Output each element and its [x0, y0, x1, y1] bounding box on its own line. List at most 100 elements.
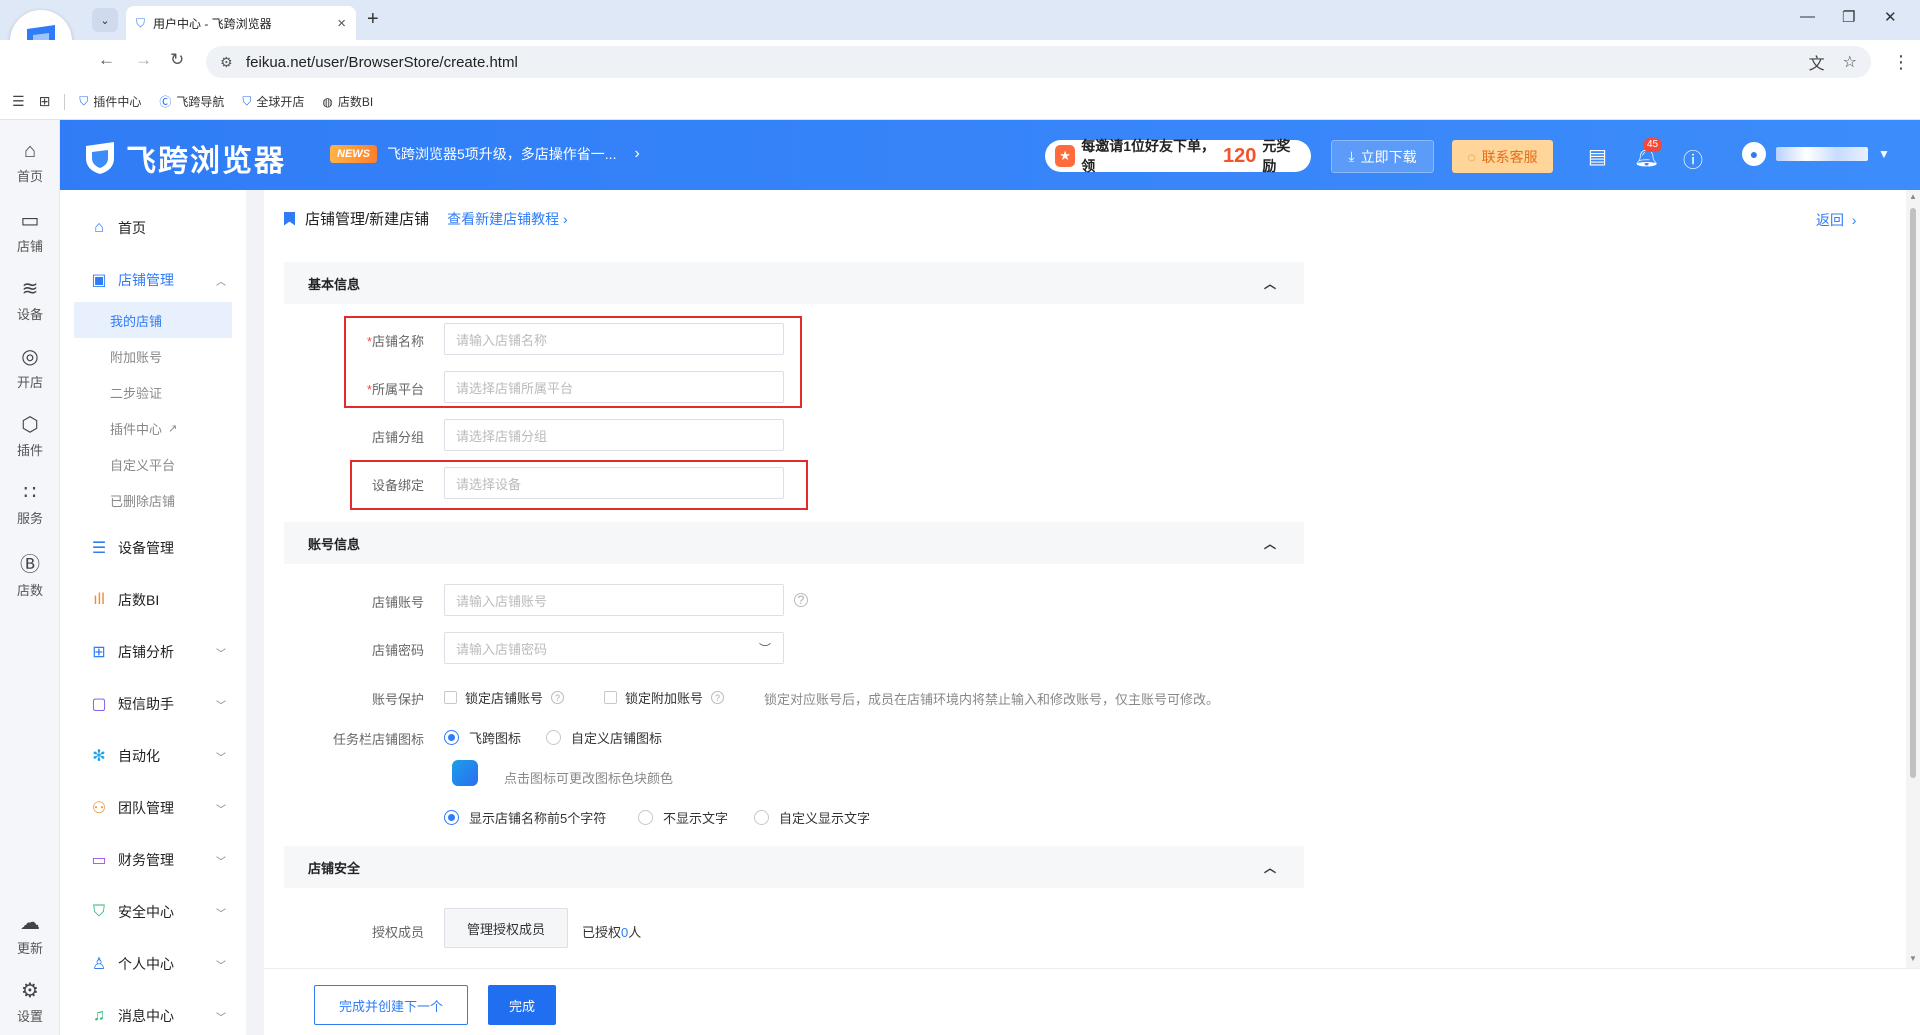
- sidebar-sub-extra-account[interactable]: 附加账号: [74, 338, 232, 374]
- group-select[interactable]: 请选择店铺分组: [444, 419, 784, 451]
- rail-service[interactable]: ∷ 服务: [0, 480, 60, 527]
- sidebar-item-store-analysis[interactable]: ⊞ 店铺分析 ﹀: [74, 634, 236, 670]
- address-bar[interactable]: ⚙ feikua.net/user/BrowserStore/create.ht…: [206, 46, 1871, 78]
- wallet-icon: ▭: [91, 852, 107, 869]
- help-icon[interactable]: ⓘ: [1683, 144, 1703, 173]
- sidebar-item-home[interactable]: ⌂ 首页: [74, 210, 236, 246]
- url-text[interactable]: feikua.net/user/BrowserStore/create.html: [246, 54, 1791, 71]
- done-button[interactable]: 完成: [488, 985, 556, 1025]
- manage-members-button[interactable]: 管理授权成员: [444, 908, 568, 948]
- new-tab-button[interactable]: +: [367, 8, 379, 31]
- radio-dot[interactable]: [754, 810, 769, 825]
- account-input[interactable]: 请输入店铺账号: [444, 584, 784, 616]
- scroll-up-icon[interactable]: ▲: [1909, 192, 1917, 201]
- password-input[interactable]: 请输入店铺密码 ︶: [444, 632, 784, 664]
- sidebar-sub-deleted-stores[interactable]: 已删除店铺: [74, 482, 232, 518]
- radio-feikua-icon[interactable]: 飞跨图标: [444, 728, 521, 747]
- minimize-button[interactable]: —: [1800, 8, 1815, 25]
- rail-settings[interactable]: ⚙ 设置: [0, 978, 60, 1025]
- browser-menu-icon[interactable]: ⋮: [1892, 52, 1910, 73]
- sidebar-item-store-mgmt[interactable]: ▣ 店铺管理 ︿: [74, 262, 236, 298]
- radio-dot[interactable]: [638, 810, 653, 825]
- reload-icon[interactable]: ↻: [170, 50, 184, 70]
- rail-update[interactable]: ☁ 更新: [0, 910, 60, 957]
- rail-home[interactable]: ⌂ 首页: [0, 140, 60, 185]
- section-basic-info[interactable]: 基本信息 ︿: [284, 262, 1304, 304]
- radio-dot[interactable]: [444, 730, 459, 745]
- tab-search-dropdown[interactable]: ⌄: [92, 8, 118, 32]
- section-account-info[interactable]: 账号信息 ︿: [284, 522, 1304, 564]
- back-icon[interactable]: ←: [98, 50, 115, 70]
- sidebar-item-team[interactable]: ⚇ 团队管理 ﹀: [74, 790, 236, 826]
- help-icon[interactable]: ?: [551, 691, 565, 704]
- sidebar-item-automation[interactable]: ✻ 自动化 ﹀: [74, 738, 236, 774]
- browser-tab[interactable]: ⛉ 用户中心 - 飞跨浏览器 ×: [126, 6, 356, 40]
- save-and-next-button[interactable]: 完成并创建下一个: [314, 985, 468, 1025]
- scroll-down-icon[interactable]: ▼: [1909, 954, 1917, 963]
- apps-grid-icon[interactable]: ⊞: [39, 93, 51, 110]
- lock-extra-checkbox[interactable]: 锁定附加账号?: [604, 688, 725, 707]
- radio-custom-icon[interactable]: 自定义店铺图标: [546, 728, 662, 747]
- user-menu[interactable]: ● ▼: [1742, 142, 1890, 166]
- radio-text-first5[interactable]: 显示店铺名称前5个字符: [444, 808, 606, 827]
- sidebar-label: 安全中心: [118, 904, 174, 920]
- chevron-up-icon[interactable]: ︿: [1264, 859, 1276, 876]
- sidebar-toggle-icon[interactable]: ☰: [12, 93, 25, 110]
- sidebar-item-personal[interactable]: ♙ 个人中心 ﹀: [74, 946, 236, 982]
- app-logo[interactable]: 飞跨浏览器: [82, 136, 286, 180]
- radio-text-custom[interactable]: 自定义显示文字: [754, 808, 870, 827]
- invite-banner[interactable]: ★ 每邀请1位好友下单，领 120 元奖励: [1045, 138, 1311, 174]
- forward-icon[interactable]: →: [135, 50, 152, 70]
- bookmark-star-icon[interactable]: ☆: [1843, 52, 1857, 72]
- sidebar-sub-my-store[interactable]: 我的店铺: [74, 302, 232, 338]
- platform-select[interactable]: 请选择店铺所属平台: [444, 371, 784, 403]
- scrollbar[interactable]: ▲ ▼: [1906, 190, 1920, 968]
- radio-text-none[interactable]: 不显示文字: [638, 808, 728, 827]
- help-icon[interactable]: ?: [794, 593, 808, 607]
- bookmark-plugin-center[interactable]: ⛉ 插件中心: [79, 93, 141, 110]
- help-icon[interactable]: ?: [711, 691, 725, 704]
- sidebar-item-store-bi[interactable]: ıll 店数BI: [74, 582, 236, 618]
- download-button[interactable]: ⤓ 立即下载: [1331, 140, 1434, 173]
- close-window-button[interactable]: ✕: [1884, 8, 1897, 26]
- scrollbar-thumb[interactable]: [1910, 208, 1916, 778]
- tutorial-link[interactable]: 查看新建店铺教程 ›: [447, 209, 568, 229]
- store-name-input[interactable]: 请输入店铺名称: [444, 323, 784, 355]
- chevron-right-icon[interactable]: ›: [634, 145, 639, 163]
- chevron-up-icon[interactable]: ︿: [1264, 535, 1276, 552]
- rail-store-bi[interactable]: Ⓑ 店数: [0, 548, 60, 599]
- back-link[interactable]: 返回 ›: [1816, 210, 1856, 230]
- sidebar-item-security[interactable]: ⛉ 安全中心 ﹀: [74, 894, 236, 930]
- radio-dot[interactable]: [444, 810, 459, 825]
- sidebar-item-sms[interactable]: ▢ 短信助手 ﹀: [74, 686, 236, 722]
- rail-store[interactable]: ▭ 店铺: [0, 208, 60, 255]
- translate-icon[interactable]: 文: [1809, 50, 1825, 74]
- eye-closed-icon[interactable]: ︶: [759, 640, 771, 657]
- site-info-icon[interactable]: ⚙: [220, 54, 242, 71]
- radio-dot[interactable]: [546, 730, 561, 745]
- store-taskbar-icon[interactable]: [452, 760, 478, 786]
- restore-button[interactable]: ❐: [1842, 8, 1855, 26]
- bookmark-feikua-nav[interactable]: Ⓒ 飞跨导航: [159, 93, 224, 110]
- rail-plugin[interactable]: ⬡ 插件: [0, 412, 60, 459]
- device-select[interactable]: 请选择设备: [444, 467, 784, 499]
- sidebar-sub-2fa[interactable]: 二步验证: [74, 374, 232, 410]
- checkbox[interactable]: [444, 691, 457, 704]
- bookmark-global-store[interactable]: ⛉ 全球开店: [242, 93, 304, 110]
- checkbox[interactable]: [604, 691, 617, 704]
- section-store-security[interactable]: 店铺安全 ︿: [284, 846, 1304, 888]
- sidebar-sub-custom-platform[interactable]: 自定义平台: [74, 446, 232, 482]
- sidebar-item-device-mgmt[interactable]: ☰ 设备管理: [74, 530, 236, 566]
- customer-service-button[interactable]: ◌ 联系客服: [1452, 140, 1553, 173]
- document-icon[interactable]: ▤: [1588, 144, 1607, 169]
- sidebar-item-messages[interactable]: ♫ 消息中心 ﹀: [74, 998, 236, 1034]
- tab-close-icon[interactable]: ×: [337, 15, 346, 32]
- lock-account-checkbox[interactable]: 锁定店铺账号?: [444, 688, 565, 707]
- sidebar-sub-plugin-center[interactable]: 插件中心 ↗: [74, 410, 232, 446]
- news-ticker[interactable]: NEWS 飞跨浏览器5项升级，多店操作省一... ›: [330, 144, 640, 164]
- chevron-up-icon[interactable]: ︿: [1264, 275, 1276, 292]
- bookmark-store-bi[interactable]: ◍ 店数BI: [322, 93, 373, 110]
- sidebar-item-finance[interactable]: ▭ 财务管理 ﹀: [74, 842, 236, 878]
- rail-open-store[interactable]: ◎ 开店: [0, 344, 60, 391]
- rail-device[interactable]: ≋ 设备: [0, 276, 60, 323]
